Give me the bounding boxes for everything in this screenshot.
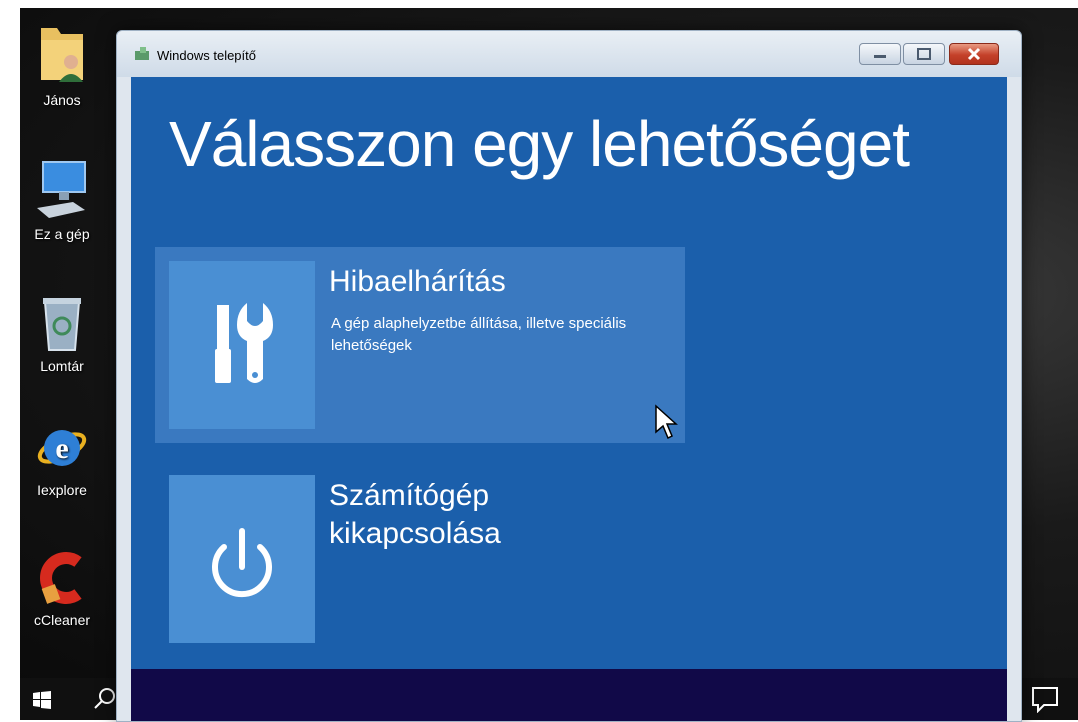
minimize-button[interactable] — [859, 43, 901, 65]
option-description: A gép alaphelyzetbe állítása, illetve sp… — [331, 315, 627, 354]
close-icon — [967, 47, 981, 61]
option-tile — [169, 261, 315, 429]
option-tile — [169, 475, 315, 643]
action-center-icon[interactable] — [1030, 685, 1060, 713]
power-icon — [212, 528, 272, 598]
desktop-icon-ccleaner[interactable]: cCleaner — [20, 548, 104, 628]
desktop-icon-user[interactable]: János — [20, 22, 104, 108]
page-title: Válasszon egy lehetőséget — [169, 108, 910, 180]
window-title: Windows telepítő — [157, 48, 256, 63]
close-button[interactable] — [949, 43, 999, 65]
ccleaner-icon — [40, 552, 82, 604]
restore-icon — [917, 48, 931, 60]
desktop-icon-computer[interactable]: Ez a gép — [20, 158, 104, 242]
computer-icon — [37, 161, 86, 218]
desktop-icon-label: Iexplore — [37, 482, 87, 498]
desktop-icon-label: Lomtár — [40, 358, 84, 374]
window-titlebar[interactable]: Windows telepítő — [117, 31, 1021, 77]
desktop-icon-label: János — [43, 92, 81, 108]
setup-window: Windows telepítő Válasszon egy lehetőség… — [116, 30, 1022, 722]
window-footer-bar — [131, 669, 1007, 721]
option-troubleshoot[interactable]: Hibaelhárítás A gép alaphelyzetbe állítá… — [155, 247, 685, 443]
setup-app-icon — [135, 47, 149, 60]
desktop-icon-label: cCleaner — [33, 612, 91, 628]
desktop-icon-recycle-bin[interactable]: Lomtár — [20, 292, 104, 374]
option-shutdown[interactable]: Számítógép kikapcsolása — [155, 461, 685, 657]
recycle-bin-icon — [43, 298, 81, 351]
mouse-cursor-icon — [655, 404, 678, 440]
desktop-icon-ie[interactable]: e Iexplore — [20, 416, 104, 498]
setup-content: Válasszon egy lehetőséget Hibaelhárítás … — [131, 77, 1007, 721]
search-icon[interactable] — [92, 686, 118, 712]
tools-icon — [215, 303, 273, 383]
svg-text:e: e — [55, 432, 68, 465]
minimize-icon — [874, 55, 886, 58]
user-folder-icon — [41, 28, 83, 82]
desktop-icon-label: Ez a gép — [34, 226, 90, 242]
windows-start-icon[interactable] — [32, 690, 52, 710]
maximize-button[interactable] — [903, 43, 945, 65]
internet-explorer-icon: e — [37, 430, 87, 466]
option-title: Számítógép kikapcsolása — [329, 479, 501, 550]
option-title: Hibaelhárítás — [329, 265, 506, 298]
